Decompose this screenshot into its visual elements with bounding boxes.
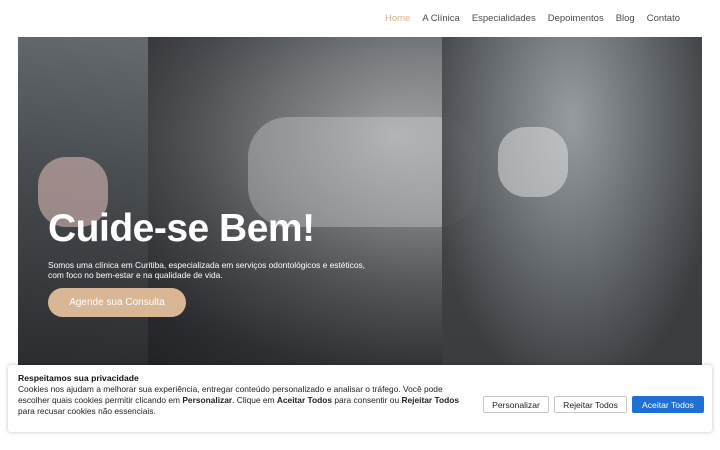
cookie-text-4: para recusar cookies não essenciais. [18,406,156,416]
nav-especialidades[interactable]: Especialidades [472,13,536,24]
nav-depoimentos[interactable]: Depoimentos [548,13,604,24]
customize-cookies-button[interactable]: Personalizar [483,396,549,413]
nav-a-clinica[interactable]: A Clínica [422,13,460,24]
reject-all-button[interactable]: Rejeitar Todos [554,396,627,413]
cookie-text-3: para consentir ou [332,395,402,405]
cookie-text-bold-accept: Aceitar Todos [276,395,333,405]
hero-title: Cuide-se Bem! [48,207,315,250]
hero-subtitle: Somos uma clínica em Curitiba, especiali… [48,260,366,280]
cookie-text-bold-reject: Rejeitar Todos [401,395,459,405]
hero-photo-mask-right [498,127,568,197]
nav-contato[interactable]: Contato [647,13,680,24]
nav-home[interactable]: Home [385,13,410,24]
cookie-title: Respeitamos sua privacidade [18,373,139,383]
nav-blog[interactable]: Blog [616,13,635,24]
schedule-appointment-button[interactable]: Agende sua Consulta [48,288,186,317]
cookie-text-2: . Clique em [232,395,277,405]
accept-all-button[interactable]: Aceitar Todos [632,396,704,413]
hero-photo-right-figure [442,37,702,367]
cookie-text-bold-customize: Personalizar [182,395,233,405]
cookie-consent-banner: Respeitamos sua privacidade Cookies nos … [8,365,712,432]
top-navigation: Home A Clínica Especialidades Depoimento… [0,0,720,37]
nav-links: Home A Clínica Especialidades Depoimento… [385,13,680,24]
hero-banner: Cuide-se Bem! Somos uma clínica em Curit… [18,37,702,367]
cookie-description: Cookies nos ajudam a melhorar sua experi… [18,384,463,417]
